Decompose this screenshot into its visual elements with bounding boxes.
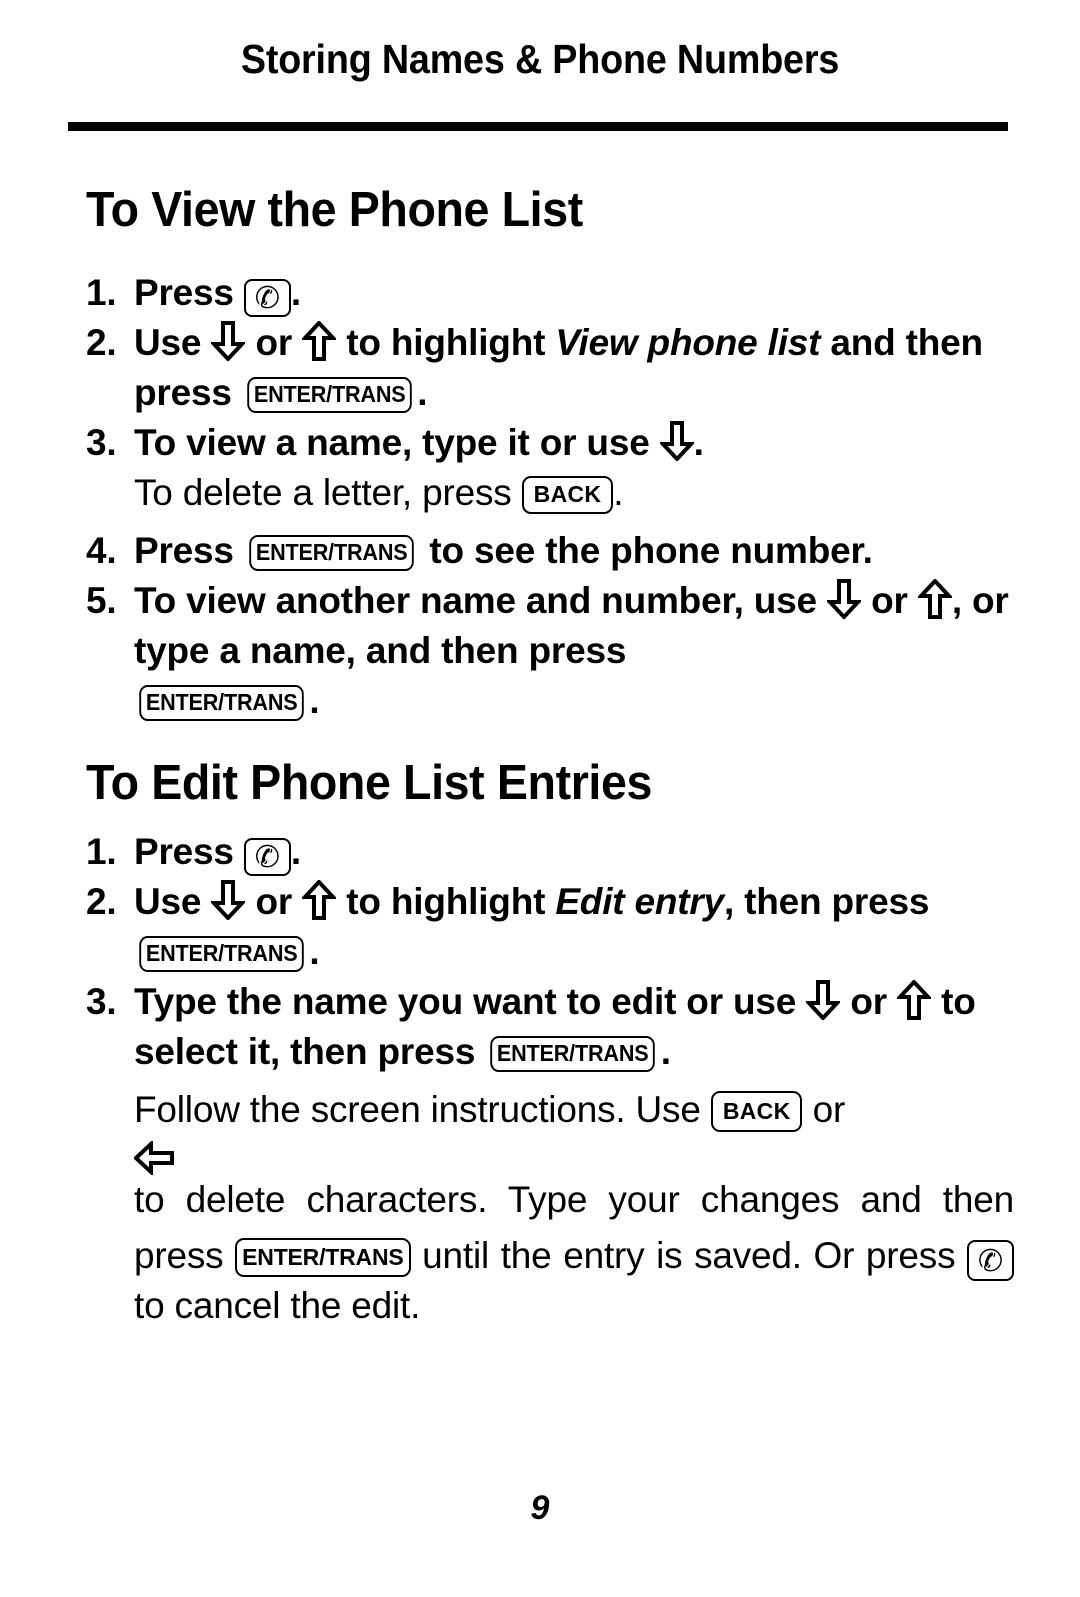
step-text: To view another name and number, use or … — [134, 579, 1009, 721]
step-item: 1. Press ✆. — [86, 827, 1046, 877]
phone-handset-icon: ✆ — [254, 841, 280, 874]
step-list-edit-entries: 1. Press ✆. 2. Use or to highlight Edit … — [86, 827, 1046, 1077]
enter-trans-key[interactable]: ENTER/TRANS — [139, 685, 305, 721]
step-number: 3. — [86, 981, 117, 1022]
step-note: To delete a letter, press BACK. — [134, 472, 624, 514]
phone-handset-icon: ✆ — [978, 1245, 1003, 1278]
step-text: To view a name, type it or use . — [134, 421, 704, 463]
page-number: 9 — [530, 1489, 550, 1527]
enter-trans-key[interactable]: ENTER/TRANS — [249, 535, 415, 571]
phone-key[interactable]: ✆ — [243, 838, 291, 876]
step-text: Type the name you want to edit or use or… — [134, 980, 976, 1072]
step-list-view-phone-list: 1. Press ✆. 2. Use or to highlight View … — [86, 268, 1046, 726]
arrow-up-hollow-icon — [917, 579, 952, 619]
step-item: 2. Use or to highlight View phone list a… — [86, 318, 1046, 418]
back-key[interactable]: BACK — [521, 476, 614, 514]
step-text: Use or to highlight Edit entry, then pre… — [134, 880, 930, 972]
arrow-left-hollow-icon — [134, 1141, 1014, 1175]
enter-trans-key[interactable]: ENTER/TRANS — [235, 1238, 411, 1277]
arrow-up-hollow-icon — [302, 321, 337, 361]
arrow-up-hollow-icon — [897, 980, 932, 1020]
section-heading-edit-phone-list-entries: To Edit Phone List Entries — [86, 756, 653, 810]
step-text: Use or to highlight View phone list and … — [134, 321, 983, 413]
step-number: 1. — [86, 831, 117, 872]
arrow-down-hollow-icon — [211, 321, 246, 361]
arrow-down-hollow-icon — [806, 980, 841, 1020]
step-item: 2. Use or to highlight Edit entry, then … — [86, 877, 1046, 977]
enter-trans-key[interactable]: ENTER/TRANS — [139, 936, 305, 972]
step-number: 2. — [86, 322, 117, 363]
step-item: 5. To view another name and number, use … — [86, 576, 1046, 726]
step-text: Press ✆. — [134, 831, 301, 876]
step-item: 3. Type the name you want to edit or use… — [86, 977, 1046, 1077]
phone-key[interactable]: ✆ — [967, 1240, 1014, 1281]
step-text: Press ENTER/TRANS to see the phone numbe… — [134, 530, 873, 571]
running-head: Storing Names & Phone Numbers — [240, 36, 840, 82]
arrow-down-hollow-icon — [827, 579, 862, 619]
manual-page: Storing Names & Phone Numbers To View th… — [0, 0, 1080, 1597]
step-item: 4. Press ENTER/TRANS to see the phone nu… — [86, 526, 1046, 576]
step-number: 3. — [86, 422, 117, 463]
step-number: 2. — [86, 881, 117, 922]
phone-handset-icon: ✆ — [254, 282, 280, 315]
enter-trans-key[interactable]: ENTER/TRANS — [490, 1036, 656, 1072]
back-key[interactable]: BACK — [710, 1091, 803, 1132]
closing-paragraph: Follow the screen instructions. Use BACK… — [134, 1089, 1014, 1326]
step-number: 1. — [86, 272, 117, 313]
arrow-down-hollow-icon — [659, 421, 694, 461]
step-number: 5. — [86, 580, 117, 621]
step-number: 4. — [86, 530, 117, 571]
arrow-up-hollow-icon — [302, 880, 337, 920]
header-rule — [68, 122, 1008, 131]
step-item: 1. Press ✆. — [86, 268, 1046, 318]
menu-item-emphasis: View phone list — [555, 322, 821, 363]
enter-trans-key[interactable]: ENTER/TRANS — [247, 377, 412, 413]
step-text: Press ✆. — [134, 272, 301, 317]
arrow-down-hollow-icon — [211, 880, 246, 920]
phone-key[interactable]: ✆ — [243, 279, 291, 317]
section-heading-view-phone-list: To View the Phone List — [86, 183, 583, 237]
step-item: 3. To view a name, type it or use . — [86, 418, 1046, 468]
menu-item-emphasis: Edit entry — [555, 881, 724, 922]
